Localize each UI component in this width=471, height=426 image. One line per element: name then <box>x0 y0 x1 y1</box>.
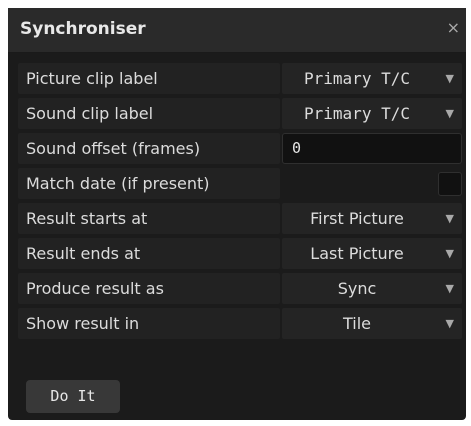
do-it-button[interactable]: Do It <box>26 380 120 413</box>
sound-clip-label-value: Primary T/C <box>304 104 410 123</box>
produce-result-as-select[interactable]: Sync ▼ <box>282 273 462 304</box>
row-sound-offset: Sound offset (frames) 0 <box>18 133 462 164</box>
chevron-down-icon[interactable]: ▼ <box>446 98 454 129</box>
picture-clip-label-value: Primary T/C <box>304 69 410 88</box>
result-ends-at-label: Result ends at <box>18 238 280 269</box>
chevron-down-icon[interactable]: ▼ <box>446 63 454 94</box>
row-match-date: Match date (if present) <box>18 168 462 199</box>
picture-clip-label-select[interactable]: Primary T/C ▼ <box>282 63 462 94</box>
close-icon[interactable]: × <box>447 18 460 37</box>
title-bar[interactable]: Synchroniser × <box>8 8 466 53</box>
row-produce-result-as: Produce result as Sync ▼ <box>18 273 462 304</box>
result-ends-at-select[interactable]: Last Picture ▼ <box>282 238 462 269</box>
result-starts-at-select[interactable]: First Picture ▼ <box>282 203 462 234</box>
show-result-in-select[interactable]: Tile ▼ <box>282 308 462 339</box>
produce-result-as-label: Produce result as <box>18 273 280 304</box>
match-date-checkbox[interactable] <box>438 172 462 196</box>
row-picture-clip-label: Picture clip label Primary T/C ▼ <box>18 63 462 94</box>
result-ends-at-value: Last Picture <box>310 244 404 263</box>
chevron-down-icon[interactable]: ▼ <box>446 273 454 304</box>
sound-clip-label-select[interactable]: Primary T/C ▼ <box>282 98 462 129</box>
synchroniser-dialog: Synchroniser × Picture clip label Primar… <box>8 8 466 420</box>
row-sound-clip-label: Sound clip label Primary T/C ▼ <box>18 98 462 129</box>
row-show-result-in: Show result in Tile ▼ <box>18 308 462 339</box>
sound-clip-label-text: Sound clip label <box>18 98 280 129</box>
match-date-label: Match date (if present) <box>18 168 280 199</box>
chevron-down-icon[interactable]: ▼ <box>446 203 454 234</box>
dialog-title: Synchroniser <box>20 19 146 39</box>
show-result-in-value: Tile <box>342 314 371 333</box>
result-starts-at-value: First Picture <box>310 209 404 228</box>
result-starts-at-label: Result starts at <box>18 203 280 234</box>
sound-offset-label: Sound offset (frames) <box>18 133 280 164</box>
produce-result-as-value: Sync <box>337 279 377 298</box>
settings-list: Picture clip label Primary T/C ▼ Sound c… <box>18 63 462 343</box>
row-result-starts-at: Result starts at First Picture ▼ <box>18 203 462 234</box>
chevron-down-icon[interactable]: ▼ <box>446 238 454 269</box>
chevron-down-icon[interactable]: ▼ <box>446 308 454 339</box>
sound-offset-input[interactable]: 0 <box>282 133 462 164</box>
picture-clip-label-text: Picture clip label <box>18 63 280 94</box>
row-result-ends-at: Result ends at Last Picture ▼ <box>18 238 462 269</box>
show-result-in-label: Show result in <box>18 308 280 339</box>
